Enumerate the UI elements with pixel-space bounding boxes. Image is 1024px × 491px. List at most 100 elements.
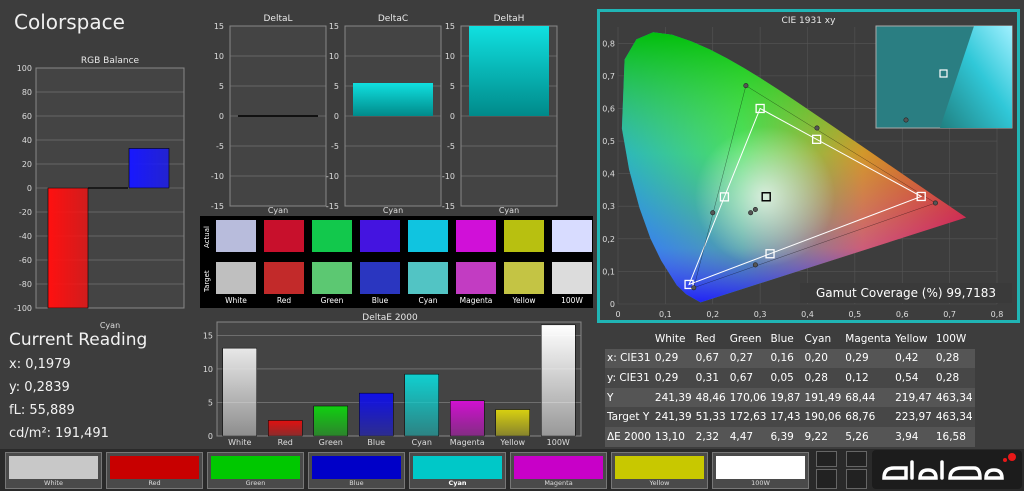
cie-measured-point xyxy=(814,125,820,131)
cie-xtick: 0,5 xyxy=(849,310,862,319)
table-cell: 0,16 xyxy=(770,352,794,365)
table-cell: 0,29 xyxy=(845,352,869,365)
table-cell: 0,29 xyxy=(654,371,679,384)
app-title: Colorspace xyxy=(14,10,125,34)
table-cell: 191,49 xyxy=(804,391,842,404)
cie-xtick: 0,8 xyxy=(991,310,1004,319)
record-button[interactable] xyxy=(816,451,837,467)
actual-swatch-white xyxy=(216,220,256,252)
table-cell: 0,12 xyxy=(845,371,869,384)
deltae-bar-yellow xyxy=(495,409,530,437)
patch-label: Blue xyxy=(349,479,364,487)
rgb-ytick: -40 xyxy=(19,232,32,241)
actual-swatch-green xyxy=(312,220,352,252)
table-header-cell: Green xyxy=(729,332,762,345)
deltae-xtick: Magenta xyxy=(450,438,485,447)
next-button[interactable] xyxy=(846,469,867,489)
table-row: x: CIE31 0,29 0,67 0,27 0,16 0,20 0,29 0,42 0,28 xyxy=(605,348,975,369)
table-cell: 463,34 xyxy=(935,411,973,424)
current-reading-title: Current Reading xyxy=(9,330,148,350)
patch-button-100w[interactable]: 100W xyxy=(712,452,809,489)
logo xyxy=(872,450,1022,489)
target-swatch-red xyxy=(264,262,304,294)
reading-cdm2: cd/m²: 191,491 xyxy=(9,426,109,441)
patch-button-white[interactable]: White xyxy=(5,452,102,489)
rgb-ytick: 40 xyxy=(22,136,32,145)
table-cell: 51,33 xyxy=(695,411,726,424)
table-cell: 463,34 xyxy=(935,391,973,404)
cie-xtick: 0,6 xyxy=(896,310,909,319)
swatch-label: Yellow xyxy=(512,296,536,305)
prev-button[interactable] xyxy=(846,451,867,467)
measurement-table: White Red Green Blue Cyan Magenta Yellow 100W x… xyxy=(605,329,975,447)
patch-color xyxy=(9,456,98,479)
delta-ytick: -15 xyxy=(442,202,455,211)
delta-ytick: -15 xyxy=(211,202,224,211)
swatch-label: Red xyxy=(276,296,292,305)
patch-button-cyan[interactable]: Cyan xyxy=(409,452,506,489)
color-swatch-panel: Actual Target White Red Green Blue Cyan Magen… xyxy=(200,216,593,308)
patch-button-blue[interactable]: Blue xyxy=(308,452,405,489)
table-row-label: y: CIE31 xyxy=(607,371,650,384)
rgb-ytick: -80 xyxy=(19,280,32,289)
delta-xlabel: Cyan xyxy=(383,206,403,215)
patch-color xyxy=(413,456,502,479)
deltae-ytick: 0 xyxy=(208,432,213,441)
delta-ytick: 5 xyxy=(219,82,224,91)
table-cell: 0,67 xyxy=(729,371,754,384)
table-cell: 6,39 xyxy=(770,430,794,443)
patch-button-red[interactable]: Red xyxy=(106,452,203,489)
patch-label: Magenta xyxy=(544,479,573,487)
table-header-cell: Yellow xyxy=(895,332,928,345)
deltae-chart: 15 10 5 0 White Red Green Blue Cyan Magenta Yellow… xyxy=(203,321,582,447)
stop-button[interactable] xyxy=(816,469,837,489)
deltae-bar-red xyxy=(268,420,303,437)
patch-label: Cyan xyxy=(448,479,467,487)
table-cell: 241,39 xyxy=(654,391,692,404)
cie-ytick: 0 xyxy=(610,300,615,309)
delta-ytick: -5 xyxy=(331,142,339,151)
cie-ytick: 0,6 xyxy=(602,104,615,113)
delta-bar-cyan xyxy=(353,83,433,116)
cie-measured-point xyxy=(752,206,758,212)
rgb-ytick: -100 xyxy=(14,304,32,313)
cie-measured-point xyxy=(752,262,758,268)
table-row: ΔE 2000 13,10 2,32 4,47 6,39 9,22 5,26 3,94 16,5… xyxy=(605,426,975,447)
delta-ytick: 10 xyxy=(329,52,339,61)
table-cell: 219,47 xyxy=(895,391,932,404)
cie-inset-measured-point xyxy=(903,117,909,123)
deltae-xtick: Green xyxy=(319,438,343,447)
deltae-xtick: White xyxy=(228,438,251,447)
actual-swatch-100w xyxy=(552,220,592,252)
table-cell: 0,31 xyxy=(695,371,720,384)
table-row-label: x: CIE31 xyxy=(607,352,651,365)
target-swatch-blue xyxy=(360,262,400,294)
delta-ytick: -5 xyxy=(216,142,224,151)
table-header-cell: 100W xyxy=(935,332,967,345)
target-swatch-100w xyxy=(552,262,592,294)
cie-measured-point xyxy=(691,285,697,291)
patch-button-green[interactable]: Green xyxy=(207,452,304,489)
table-cell: 241,39 xyxy=(654,411,692,424)
actual-swatch-red xyxy=(264,220,304,252)
table-header-cell xyxy=(605,329,653,349)
reading-y: y: 0,2839 xyxy=(9,380,70,395)
swatch-label: Blue xyxy=(371,296,389,305)
cie-xtick: 0,1 xyxy=(659,310,672,319)
rgb-ytick: 80 xyxy=(22,88,32,97)
delta-ytick: 10 xyxy=(445,52,455,61)
cie-xtick: 0,3 xyxy=(754,310,767,319)
table-cell: 16,58 xyxy=(935,430,966,443)
patch-button-yellow[interactable]: Yellow xyxy=(611,452,708,489)
table-cell: 0,42 xyxy=(895,352,919,365)
rgb-ytick: -20 xyxy=(19,208,32,217)
table-cell: 0,05 xyxy=(770,371,794,384)
delta-ytick: 10 xyxy=(214,52,224,61)
delta-ytick: 0 xyxy=(334,112,339,121)
patch-button-magenta[interactable]: Magenta xyxy=(510,452,607,489)
table-cell: 4,47 xyxy=(729,430,754,443)
deltae-bar-100w xyxy=(541,324,576,437)
target-swatch-cyan xyxy=(408,262,448,294)
rgb-ytick: -60 xyxy=(19,256,32,265)
table-header-cell: Magenta xyxy=(845,332,892,345)
